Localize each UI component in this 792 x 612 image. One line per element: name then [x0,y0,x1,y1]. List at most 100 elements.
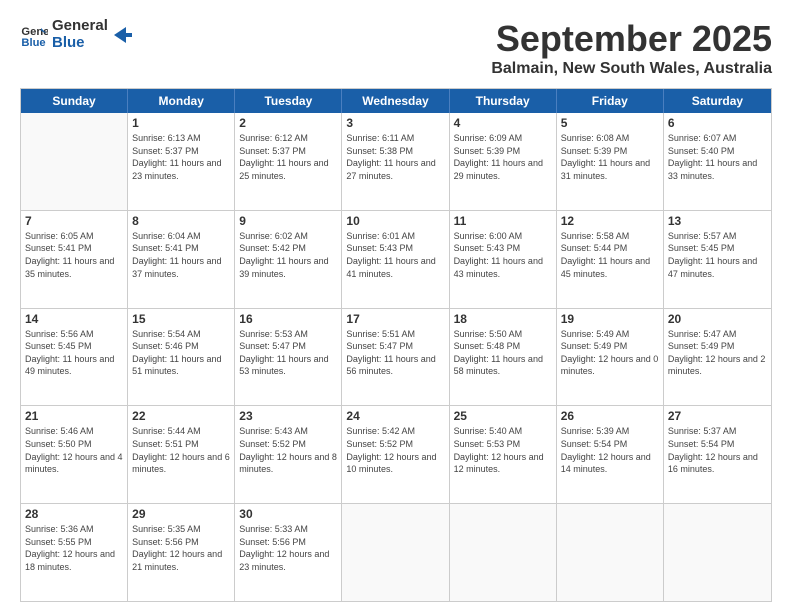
day-info: Sunrise: 6:11 AMSunset: 5:38 PMDaylight:… [346,132,444,182]
day-number: 16 [239,312,337,326]
day-number: 25 [454,409,552,423]
day-info: Sunrise: 6:08 AMSunset: 5:39 PMDaylight:… [561,132,659,182]
day-info: Sunrise: 6:00 AMSunset: 5:43 PMDaylight:… [454,230,552,280]
day-info: Sunrise: 5:44 AMSunset: 5:51 PMDaylight:… [132,425,230,475]
calendar-day-29: 29Sunrise: 5:35 AMSunset: 5:56 PMDayligh… [128,504,235,601]
calendar-day-6: 6Sunrise: 6:07 AMSunset: 5:40 PMDaylight… [664,113,771,210]
day-info: Sunrise: 5:53 AMSunset: 5:47 PMDaylight:… [239,328,337,378]
calendar-day-12: 12 Sunrise: 5:58 AMSunset: 5:44 PMDayligh… [557,211,664,308]
day-number: 21 [25,409,123,423]
weekday-header-thursday: Thursday [450,89,557,113]
calendar-day-24: 24 Sunrise: 5:42 AMSunset: 5:52 PMDayligh… [342,406,449,503]
calendar-day-3: 3 Sunrise: 6:11 AMSunset: 5:38 PMDaylight… [342,113,449,210]
day-info: Sunrise: 5:54 AMSunset: 5:46 PMDaylight:… [132,328,230,378]
calendar-day-10: 10Sunrise: 6:01 AMSunset: 5:43 PMDayligh… [342,211,449,308]
calendar-day-14: 14 Sunrise: 5:56 AMSunset: 5:45 PMDayligh… [21,309,128,406]
day-number: 4 [454,116,552,130]
day-number: 30 [239,507,337,521]
day-info: Sunrise: 6:13 AMSunset: 5:37 PMDaylight:… [132,132,230,182]
calendar-empty-cell [664,504,771,601]
day-number: 24 [346,409,444,423]
day-number: 17 [346,312,444,326]
calendar-day-9: 9Sunrise: 6:02 AMSunset: 5:42 PMDaylight… [235,211,342,308]
day-info: Sunrise: 5:56 AMSunset: 5:45 PMDaylight:… [25,328,123,378]
day-number: 11 [454,214,552,228]
day-number: 27 [668,409,767,423]
calendar-day-20: 20 Sunrise: 5:47 AMSunset: 5:49 PMDayligh… [664,309,771,406]
day-info: Sunrise: 5:58 AMSunset: 5:44 PMDaylight:… [561,230,659,280]
day-number: 3 [346,116,444,130]
day-number: 15 [132,312,230,326]
calendar-day-17: 17 Sunrise: 5:51 AMSunset: 5:47 PMDayligh… [342,309,449,406]
day-info: Sunrise: 5:37 AMSunset: 5:54 PMDaylight:… [668,425,767,475]
day-number: 5 [561,116,659,130]
calendar-day-19: 19 Sunrise: 5:49 AMSunset: 5:49 PMDayligh… [557,309,664,406]
day-info: Sunrise: 5:39 AMSunset: 5:54 PMDaylight:… [561,425,659,475]
calendar-day-11: 11 Sunrise: 6:00 AMSunset: 5:43 PMDayligh… [450,211,557,308]
day-info: Sunrise: 5:47 AMSunset: 5:49 PMDaylight:… [668,328,767,378]
logo-icon: General Blue [20,21,48,49]
calendar-empty-cell [557,504,664,601]
weekday-header-monday: Monday [128,89,235,113]
calendar-body: 1 Sunrise: 6:13 AMSunset: 5:37 PMDaylight… [21,113,771,601]
day-number: 12 [561,214,659,228]
day-number: 9 [239,214,337,228]
calendar-day-2: 2Sunrise: 6:12 AMSunset: 5:37 PMDaylight… [235,113,342,210]
calendar-day-23: 23Sunrise: 5:43 AMSunset: 5:52 PMDayligh… [235,406,342,503]
day-number: 10 [346,214,444,228]
day-info: Sunrise: 5:42 AMSunset: 5:52 PMDaylight:… [346,425,444,475]
day-number: 14 [25,312,123,326]
day-info: Sunrise: 5:33 AMSunset: 5:56 PMDaylight:… [239,523,337,573]
day-info: Sunrise: 5:57 AMSunset: 5:45 PMDaylight:… [668,230,767,280]
calendar: SundayMondayTuesdayWednesdayThursdayFrid… [20,88,772,602]
day-number: 28 [25,507,123,521]
calendar-day-1: 1 Sunrise: 6:13 AMSunset: 5:37 PMDaylight… [128,113,235,210]
day-info: Sunrise: 5:51 AMSunset: 5:47 PMDaylight:… [346,328,444,378]
day-number: 20 [668,312,767,326]
calendar-day-22: 22Sunrise: 5:44 AMSunset: 5:51 PMDayligh… [128,406,235,503]
day-info: Sunrise: 6:04 AMSunset: 5:41 PMDaylight:… [132,230,230,280]
calendar-day-16: 16 Sunrise: 5:53 AMSunset: 5:47 PMDayligh… [235,309,342,406]
calendar-day-26: 26 Sunrise: 5:39 AMSunset: 5:54 PMDayligh… [557,406,664,503]
day-info: Sunrise: 5:35 AMSunset: 5:56 PMDaylight:… [132,523,230,573]
day-info: Sunrise: 5:50 AMSunset: 5:48 PMDaylight:… [454,328,552,378]
calendar-day-7: 7 Sunrise: 6:05 AMSunset: 5:41 PMDaylight… [21,211,128,308]
day-number: 2 [239,116,337,130]
calendar-week-4: 21 Sunrise: 5:46 AMSunset: 5:50 PMDayligh… [21,406,771,504]
day-info: Sunrise: 6:09 AMSunset: 5:39 PMDaylight:… [454,132,552,182]
day-info: Sunrise: 6:05 AMSunset: 5:41 PMDaylight:… [25,230,123,280]
day-number: 13 [668,214,767,228]
day-info: Sunrise: 5:36 AMSunset: 5:55 PMDaylight:… [25,523,123,573]
weekday-header-saturday: Saturday [664,89,771,113]
calendar-day-30: 30 Sunrise: 5:33 AMSunset: 5:56 PMDayligh… [235,504,342,601]
header: General Blue General Blue September 2025… [20,18,772,78]
day-info: Sunrise: 5:49 AMSunset: 5:49 PMDaylight:… [561,328,659,378]
calendar-week-5: 28 Sunrise: 5:36 AMSunset: 5:55 PMDayligh… [21,504,771,601]
calendar-header: SundayMondayTuesdayWednesdayThursdayFrid… [21,89,771,113]
day-number: 7 [25,214,123,228]
calendar-week-1: 1 Sunrise: 6:13 AMSunset: 5:37 PMDaylight… [21,113,771,211]
svg-text:Blue: Blue [21,37,45,49]
month-title: September 2025 [491,18,772,60]
day-number: 19 [561,312,659,326]
day-number: 6 [668,116,767,130]
calendar-day-25: 25 Sunrise: 5:40 AMSunset: 5:53 PMDayligh… [450,406,557,503]
day-number: 18 [454,312,552,326]
calendar-day-27: 27 Sunrise: 5:37 AMSunset: 5:54 PMDayligh… [664,406,771,503]
day-number: 26 [561,409,659,423]
weekday-header-friday: Friday [557,89,664,113]
weekday-header-wednesday: Wednesday [342,89,449,113]
day-info: Sunrise: 5:46 AMSunset: 5:50 PMDaylight:… [25,425,123,475]
calendar-empty-cell [342,504,449,601]
day-number: 23 [239,409,337,423]
day-number: 8 [132,214,230,228]
calendar-week-2: 7 Sunrise: 6:05 AMSunset: 5:41 PMDaylight… [21,211,771,309]
title-section: September 2025 Balmain, New South Wales,… [491,18,772,78]
calendar-empty-cell [21,113,128,210]
calendar-day-18: 18 Sunrise: 5:50 AMSunset: 5:48 PMDayligh… [450,309,557,406]
calendar-day-28: 28 Sunrise: 5:36 AMSunset: 5:55 PMDayligh… [21,504,128,601]
day-number: 1 [132,116,230,130]
calendar-day-13: 13 Sunrise: 5:57 AMSunset: 5:45 PMDayligh… [664,211,771,308]
weekday-header-sunday: Sunday [21,89,128,113]
day-info: Sunrise: 5:40 AMSunset: 5:53 PMDaylight:… [454,425,552,475]
